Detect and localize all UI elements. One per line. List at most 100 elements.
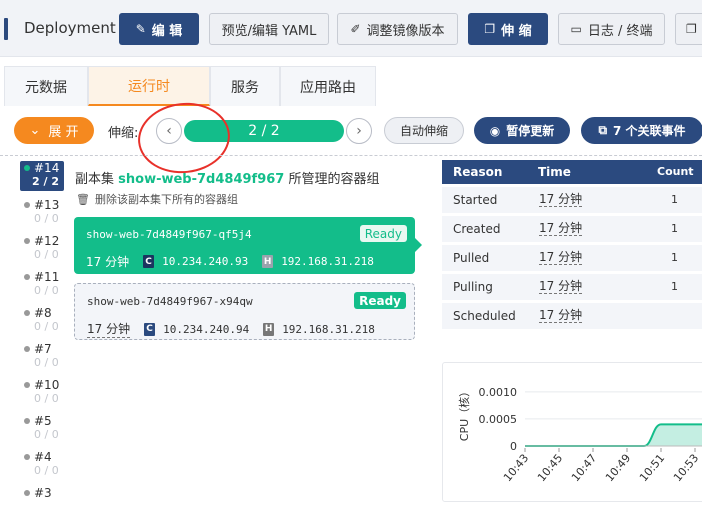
revision-item[interactable]: #4 0 / 0 — [20, 450, 64, 477]
expand-button-label: 展 开 — [48, 125, 79, 140]
revision-item[interactable]: #13 0 / 0 — [20, 198, 64, 225]
edit-button[interactable]: ✎ 编 辑 — [119, 13, 199, 45]
dot-icon — [24, 490, 30, 496]
table-row: Scheduled 17 分钟 — [442, 303, 702, 329]
host-ip-icon: H — [262, 255, 274, 268]
x-tick-label: 10:43 — [501, 452, 531, 485]
scale-button[interactable]: ❐ 伸 缩 — [468, 13, 548, 45]
tab-service[interactable]: 服务 — [210, 66, 280, 106]
scale-label: 伸缩: — [108, 126, 139, 141]
revision-item[interactable]: #14 2 / 2 — [20, 161, 64, 191]
revision-item[interactable]: #7 0 / 0 — [20, 342, 64, 369]
tab-app-route[interactable]: 应用路由 — [280, 66, 376, 106]
cpu-chart-card: 0.0010 0.0005 0 CPU（核） 10:43 10:45 10:47 10:49 1… — [442, 362, 702, 502]
status-badge: Ready — [354, 292, 406, 309]
revision-item[interactable]: #5 0 / 0 — [20, 414, 64, 441]
column-header-count: Count — [657, 165, 694, 178]
event-count: 1 — [671, 280, 678, 293]
pause-update-label: 暂停更新 — [506, 124, 555, 138]
yaml-button-label: 预览/编辑 YAML — [221, 23, 317, 39]
table-row: Created 17 分钟 1 — [442, 216, 702, 242]
pause-circle-icon: ◉ — [489, 123, 501, 138]
copy-icon: ❐ — [686, 22, 697, 36]
revision-item[interactable]: #8 0 / 0 — [20, 306, 64, 333]
revision-label: #14 — [34, 161, 60, 175]
container-ip-icon: C — [143, 255, 155, 268]
revision-item[interactable]: #3 — [20, 486, 64, 500]
container-ip: 10.234.240.93 — [162, 255, 249, 268]
replica-set-suffix: 所管理的容器组 — [288, 172, 380, 187]
revision-count: 2 / 2 — [32, 175, 59, 188]
related-events-button[interactable]: ⧉ 7 个关联事件 — [581, 117, 702, 144]
revision-label: #10 — [34, 378, 60, 392]
events-table: Reason Time Count Started 17 分钟 1 Create… — [442, 160, 702, 329]
expand-button[interactable]: ⌄ 展 开 — [14, 117, 94, 144]
pod-age: 17 分钟 — [86, 255, 130, 269]
pause-update-button[interactable]: ◉ 暂停更新 — [474, 117, 570, 144]
copy-icon: ❐ — [484, 22, 496, 36]
cpu-chart: 0.00100.00050CPU（核）10:43 10:45 10:47 10:49 1… — [457, 386, 702, 485]
revision-count: 0 / 0 — [34, 428, 59, 441]
cpu-area — [525, 424, 702, 446]
dot-icon — [24, 310, 30, 316]
column-header-reason: Reason — [453, 165, 503, 179]
column-header-time: Time — [538, 165, 571, 179]
event-time: 17 分钟 — [539, 308, 583, 323]
auto-scale-label: 自动伸缩 — [399, 124, 448, 138]
tab-runtime[interactable]: 运行时 — [88, 66, 210, 106]
x-tick-label: 10:51 — [637, 452, 667, 485]
revision-count: 0 / 0 — [34, 248, 59, 261]
revision-count: 0 / 0 — [34, 212, 59, 225]
pen-icon: ✐ — [350, 22, 361, 36]
page-header: Deployment ✎ 编 辑 预览/编辑 YAML ✐ 调整镜像版本 ❐ 伸… — [0, 0, 702, 57]
header-accent-bar — [4, 18, 8, 40]
revision-label: #4 — [34, 450, 52, 464]
active-dot-icon — [24, 165, 30, 171]
tab-metadata[interactable]: 元数据 — [4, 66, 88, 106]
table-row: Started 17 分钟 1 — [442, 187, 702, 213]
pod-card[interactable]: show-web-7d4849f967-x94qw Ready 17 分钟 C … — [74, 283, 415, 340]
event-reason: Started — [453, 193, 498, 207]
replica-set-name[interactable]: show-web-7d4849f967 — [118, 172, 284, 187]
scale-increase-button[interactable]: › — [346, 118, 372, 144]
x-tick-label: 10:47 — [569, 452, 599, 485]
revision-item[interactable]: #12 0 / 0 — [20, 234, 64, 261]
more-header-button[interactable]: ❐ — [675, 13, 702, 45]
event-count: 1 — [671, 251, 678, 264]
host-ip: 192.168.31.218 — [282, 322, 375, 336]
yaml-button[interactable]: 预览/编辑 YAML — [209, 13, 329, 45]
chevron-down-icon: ⌄ — [29, 123, 41, 138]
container-ip: 10.234.240.94 — [163, 322, 250, 336]
external-link-icon: ⧉ — [598, 123, 608, 137]
table-row: Pulled 17 分钟 1 — [442, 245, 702, 271]
dot-icon — [24, 202, 30, 208]
revision-count: 0 / 0 — [34, 464, 59, 477]
adjust-image-button[interactable]: ✐ 调整镜像版本 — [337, 13, 458, 45]
revision-label: #8 — [34, 306, 52, 320]
dot-icon — [24, 418, 30, 424]
host-ip-icon: H — [263, 322, 275, 336]
revision-count: 0 / 0 — [34, 320, 59, 333]
x-tick-label: 10:45 — [535, 452, 565, 485]
delete-all-pods-link[interactable]: 🗑 删除该副本集下所有的容器组 — [76, 191, 238, 207]
logs-terminal-button[interactable]: ▭ 日志 / 终端 — [558, 13, 665, 45]
y-axis-label: CPU（核） — [457, 386, 471, 441]
event-time: 17 分钟 — [539, 192, 583, 207]
revision-item[interactable]: #10 0 / 0 — [20, 378, 64, 405]
dot-icon — [24, 274, 30, 280]
pod-age: 17 分钟 — [87, 322, 131, 338]
y-tick-label: 0.0010 — [479, 386, 518, 399]
x-tick-label: 10:49 — [603, 452, 633, 485]
revision-label: #3 — [34, 486, 52, 500]
edit-icon: ✎ — [135, 22, 146, 36]
revision-item[interactable]: #11 0 / 0 — [20, 270, 64, 297]
auto-scale-button[interactable]: 自动伸缩 — [384, 117, 464, 144]
revision-label: #5 — [34, 414, 52, 428]
event-count: 1 — [671, 193, 678, 206]
host-ip: 192.168.31.218 — [281, 255, 374, 268]
event-reason: Scheduled — [453, 309, 516, 323]
revision-count: 0 / 0 — [34, 356, 59, 369]
event-time: 17 分钟 — [539, 250, 583, 265]
scale-value: 2 / 2 — [248, 123, 280, 139]
pod-card-selected[interactable]: show-web-7d4849f967-qf5j4 Ready 17 分钟 C … — [74, 217, 422, 274]
